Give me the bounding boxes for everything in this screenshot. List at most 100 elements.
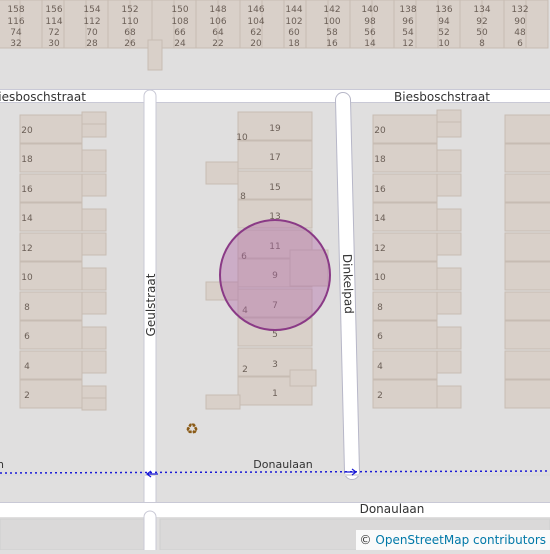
- house-number: 2: [24, 391, 30, 401]
- house-number: 4: [377, 362, 383, 372]
- house-number: 14: [374, 214, 386, 224]
- building: [505, 144, 550, 172]
- building: [82, 233, 106, 255]
- house-number: 16: [326, 39, 338, 49]
- osm-attribution-link[interactable]: OpenStreetMap contributors: [375, 533, 546, 547]
- house-number: 156: [45, 5, 62, 15]
- house-number: 20: [374, 126, 386, 136]
- building: [437, 174, 461, 196]
- house-number: 18: [288, 39, 300, 49]
- house-number: 100: [323, 17, 340, 27]
- house-number: 30: [48, 39, 60, 49]
- street-label-biesboschstraat: Biesboschstraat: [394, 90, 490, 104]
- building: [82, 292, 106, 314]
- building: [505, 203, 550, 231]
- house-number: 48: [514, 28, 526, 38]
- house-number: 58: [326, 28, 338, 38]
- house-number: 8: [240, 192, 246, 202]
- house-number: 132: [511, 5, 528, 15]
- house-number: 28: [86, 39, 98, 49]
- marker-layer[interactable]: [220, 220, 330, 330]
- building: [82, 209, 106, 231]
- map-svg[interactable]: 1581167415611472301541127028152110682615…: [0, 0, 550, 550]
- house-number: 138: [399, 5, 416, 15]
- house-number: 10: [236, 133, 248, 143]
- house-number: 26: [124, 39, 136, 49]
- house-number: 6: [377, 332, 383, 342]
- bus-route-line: [0, 471, 550, 473]
- house-number: 22: [212, 39, 223, 49]
- house-number: 14: [364, 39, 376, 49]
- house-number: 8: [377, 303, 383, 313]
- house-number: 20: [21, 126, 33, 136]
- house-number: 17: [269, 153, 280, 163]
- recycling-icon[interactable]: ♻: [185, 420, 198, 438]
- building: [262, 0, 284, 48]
- house-number: 134: [473, 5, 490, 15]
- house-number: 16: [374, 185, 386, 195]
- map-canvas[interactable]: 1581167415611472301541127028152110682615…: [0, 0, 550, 550]
- building: [505, 262, 550, 290]
- house-number: 4: [24, 362, 30, 372]
- house-number: 32: [10, 39, 21, 49]
- building: [505, 174, 550, 202]
- house-number: 150: [171, 5, 188, 15]
- house-number: 102: [285, 17, 302, 27]
- house-number: 60: [288, 28, 300, 38]
- house-number: 108: [171, 17, 188, 27]
- house-number: 19: [269, 124, 281, 134]
- building: [437, 386, 461, 408]
- house-number: 56: [364, 28, 376, 38]
- house-number: 8: [479, 39, 485, 49]
- building: [148, 40, 162, 70]
- location-marker[interactable]: [220, 220, 330, 330]
- house-number: 8: [24, 303, 30, 313]
- sidewalk: [0, 474, 550, 476]
- building: [505, 351, 550, 379]
- building: [505, 233, 550, 261]
- street-label-geulstraat: Geulstraat: [144, 273, 158, 336]
- building: [82, 112, 106, 124]
- house-number: 154: [83, 5, 100, 15]
- house-number: 64: [212, 28, 224, 38]
- house-number: 10: [438, 39, 450, 49]
- house-number: 94: [438, 17, 450, 27]
- building: [82, 398, 106, 410]
- house-number: 112: [83, 17, 100, 27]
- house-number: 158: [7, 5, 24, 15]
- building: [82, 150, 106, 172]
- house-number: 24: [174, 39, 186, 49]
- house-number: 106: [209, 17, 226, 27]
- house-number: 74: [10, 28, 22, 38]
- house-number: 72: [48, 28, 59, 38]
- house-number: 92: [476, 17, 487, 27]
- building: [437, 327, 461, 349]
- street-label-dinkelpad: Dinkelpad: [340, 254, 356, 314]
- house-number: 6: [517, 39, 523, 49]
- building: [82, 268, 106, 290]
- building: [82, 351, 106, 373]
- house-number: 70: [86, 28, 98, 38]
- building: [505, 380, 550, 408]
- house-number: 2: [377, 391, 383, 401]
- street-label-biesboschstraat: Biesboschstraat: [0, 90, 86, 104]
- house-number: 6: [24, 332, 30, 342]
- building: [437, 268, 461, 290]
- street-label-donaulaan: Donaulaan: [253, 458, 312, 471]
- building: [505, 321, 550, 349]
- building: [505, 115, 550, 143]
- map-attribution: © OpenStreetMap contributors: [356, 530, 550, 550]
- house-number: 114: [45, 17, 62, 27]
- house-number: 98: [364, 17, 376, 27]
- house-number: 110: [121, 17, 138, 27]
- house-number: 90: [514, 17, 526, 27]
- building: [526, 0, 548, 48]
- house-number: 18: [21, 155, 33, 165]
- house-number: 62: [250, 28, 261, 38]
- house-number: 148: [209, 5, 226, 15]
- house-number: 104: [247, 17, 264, 27]
- copyright-symbol: ©: [360, 533, 372, 547]
- building: [206, 162, 238, 184]
- house-number: 140: [361, 5, 378, 15]
- building: [505, 292, 550, 320]
